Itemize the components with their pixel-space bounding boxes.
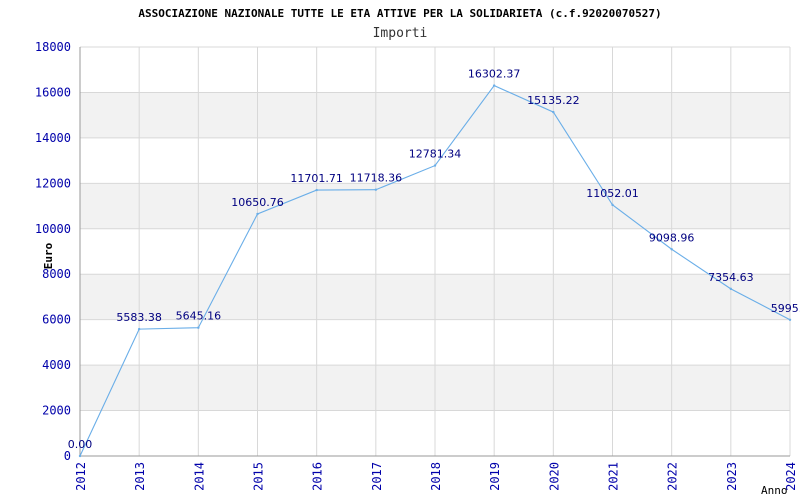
y-tick-label: 14000 xyxy=(35,131,71,145)
x-tick-label: 2022 xyxy=(666,462,680,491)
data-label: 5995.4 xyxy=(771,302,800,315)
line-chart: ASSOCIAZIONE NAZIONALE TUTTE LE ETA ATTI… xyxy=(35,7,800,497)
data-point xyxy=(197,326,200,329)
data-label: 7354.63 xyxy=(708,271,754,284)
data-label: 12781.34 xyxy=(409,148,462,161)
y-tick-label: 10000 xyxy=(35,222,71,236)
data-point xyxy=(552,110,555,114)
y-tick-label: 16000 xyxy=(35,85,71,99)
y-tick-label: 2000 xyxy=(42,404,71,418)
data-point xyxy=(788,318,792,321)
x-axis-label: Anno xyxy=(761,484,788,497)
data-point xyxy=(729,287,733,291)
chart-title: ASSOCIAZIONE NAZIONALE TUTTE LE ETA ATTI… xyxy=(138,7,661,20)
x-tick-label: 2018 xyxy=(429,462,443,491)
y-axis-label: Euro xyxy=(42,242,55,269)
x-tick-label: 2014 xyxy=(192,462,206,491)
x-tick-label: 2021 xyxy=(607,462,621,491)
data-point xyxy=(78,454,82,458)
data-point xyxy=(256,212,259,216)
x-tick-label: 2015 xyxy=(252,462,266,491)
x-tick-label: 2023 xyxy=(725,462,739,491)
x-tick-label: 2013 xyxy=(133,462,147,491)
x-tick-labels: 2012 2013 2014 2015 2016 2017 2018 2019 2020 2021… xyxy=(74,462,798,491)
data-label: 15135.22 xyxy=(527,94,580,107)
data-label: 5645.16 xyxy=(176,310,222,323)
data-label: 11718.36 xyxy=(350,172,403,185)
data-point xyxy=(670,248,673,251)
data-label: 9098.96 xyxy=(649,231,695,244)
x-tick-label: 2020 xyxy=(547,462,561,491)
x-tick-label: 2019 xyxy=(488,462,502,491)
data-point xyxy=(492,84,496,87)
y-tick-label: 0 xyxy=(64,449,71,463)
data-label: 5583.38 xyxy=(116,311,162,324)
data-label: 11701.71 xyxy=(290,172,343,185)
data-label: 11052.01 xyxy=(586,187,639,200)
data-label: 10650.76 xyxy=(231,196,284,209)
data-point xyxy=(315,188,318,192)
y-tick-label: 12000 xyxy=(35,176,71,190)
data-label: 16302.37 xyxy=(468,68,521,81)
y-tick-label: 6000 xyxy=(42,313,71,327)
y-tick-label: 18000 xyxy=(35,40,71,54)
x-tick-label: 2017 xyxy=(370,462,384,491)
x-tick-label: 2012 xyxy=(74,462,88,491)
data-point xyxy=(374,188,378,191)
y-tick-label: 4000 xyxy=(42,358,71,372)
data-point xyxy=(137,327,141,331)
x-tick-label: 2016 xyxy=(311,462,325,491)
chart-subtitle: Importi xyxy=(373,26,428,41)
data-label: 0.00 xyxy=(68,438,93,451)
data-point xyxy=(611,203,614,207)
data-point xyxy=(433,164,437,167)
